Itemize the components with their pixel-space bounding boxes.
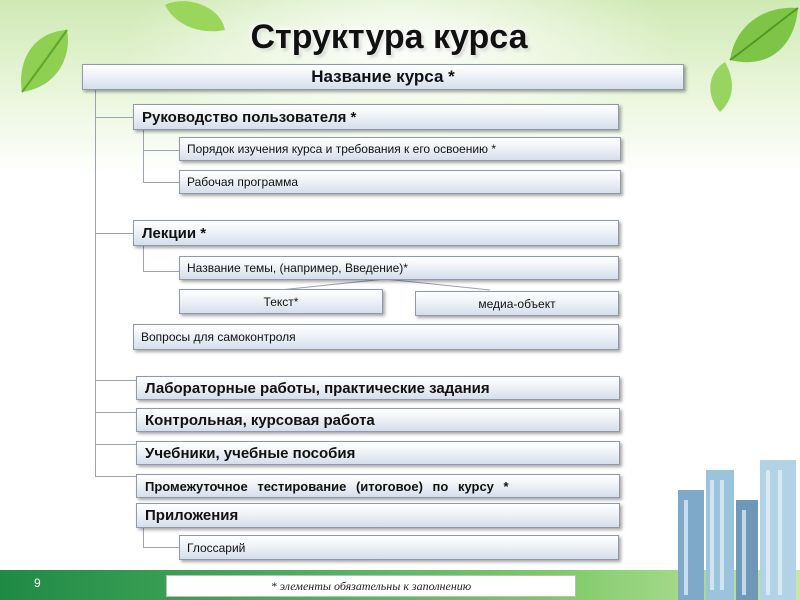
- text-box: Текст*: [179, 289, 383, 314]
- connector-control: [95, 412, 137, 413]
- user-guide-box: Руководство пользователя *: [133, 104, 619, 130]
- page-title: Структура курса: [250, 18, 528, 56]
- connector-main-vertical: [95, 88, 96, 476]
- course-name-box: Название курса *: [82, 64, 684, 90]
- textbooks-box: Учебники, учебные пособия: [136, 441, 620, 465]
- connector-guide-item2: [143, 182, 179, 183]
- topic-name-box: Название темы, (например, Введение)*: [179, 256, 619, 280]
- testing-box: Промежуточное тестирование (итоговое) по…: [136, 474, 620, 498]
- footnote: * элементы обязательны к заполнению: [166, 575, 576, 597]
- connector-textbooks: [95, 444, 137, 445]
- connector-topic: [143, 271, 179, 272]
- connector-glossary: [143, 547, 179, 548]
- connector-lectures-vertical: [143, 246, 144, 272]
- connector-guide-item1: [143, 150, 179, 151]
- connector-lectures: [95, 233, 135, 234]
- city-buildings-icon: [678, 460, 796, 600]
- self-check-box: Вопросы для самоконтроля: [133, 324, 619, 350]
- connector-guide: [95, 117, 135, 118]
- work-program-box: Рабочая программа: [179, 170, 621, 194]
- connector-labs: [95, 380, 137, 381]
- labs-box: Лабораторные работы, практические задани…: [136, 376, 620, 400]
- appendix-box: Приложения: [136, 503, 620, 528]
- connector-guide-vertical: [143, 128, 144, 182]
- glossary-box: Глоссарий: [179, 535, 619, 560]
- connector-testing: [95, 476, 137, 477]
- study-order-box: Порядок изучения курса и требования к ег…: [179, 137, 621, 161]
- lectures-box: Лекции *: [133, 220, 619, 246]
- control-work-box: Контрольная, курсовая работа: [136, 408, 620, 432]
- connector-appendix-vertical: [143, 528, 144, 548]
- media-object-box: медиа-объект: [415, 291, 619, 316]
- page-number: 9: [34, 576, 41, 590]
